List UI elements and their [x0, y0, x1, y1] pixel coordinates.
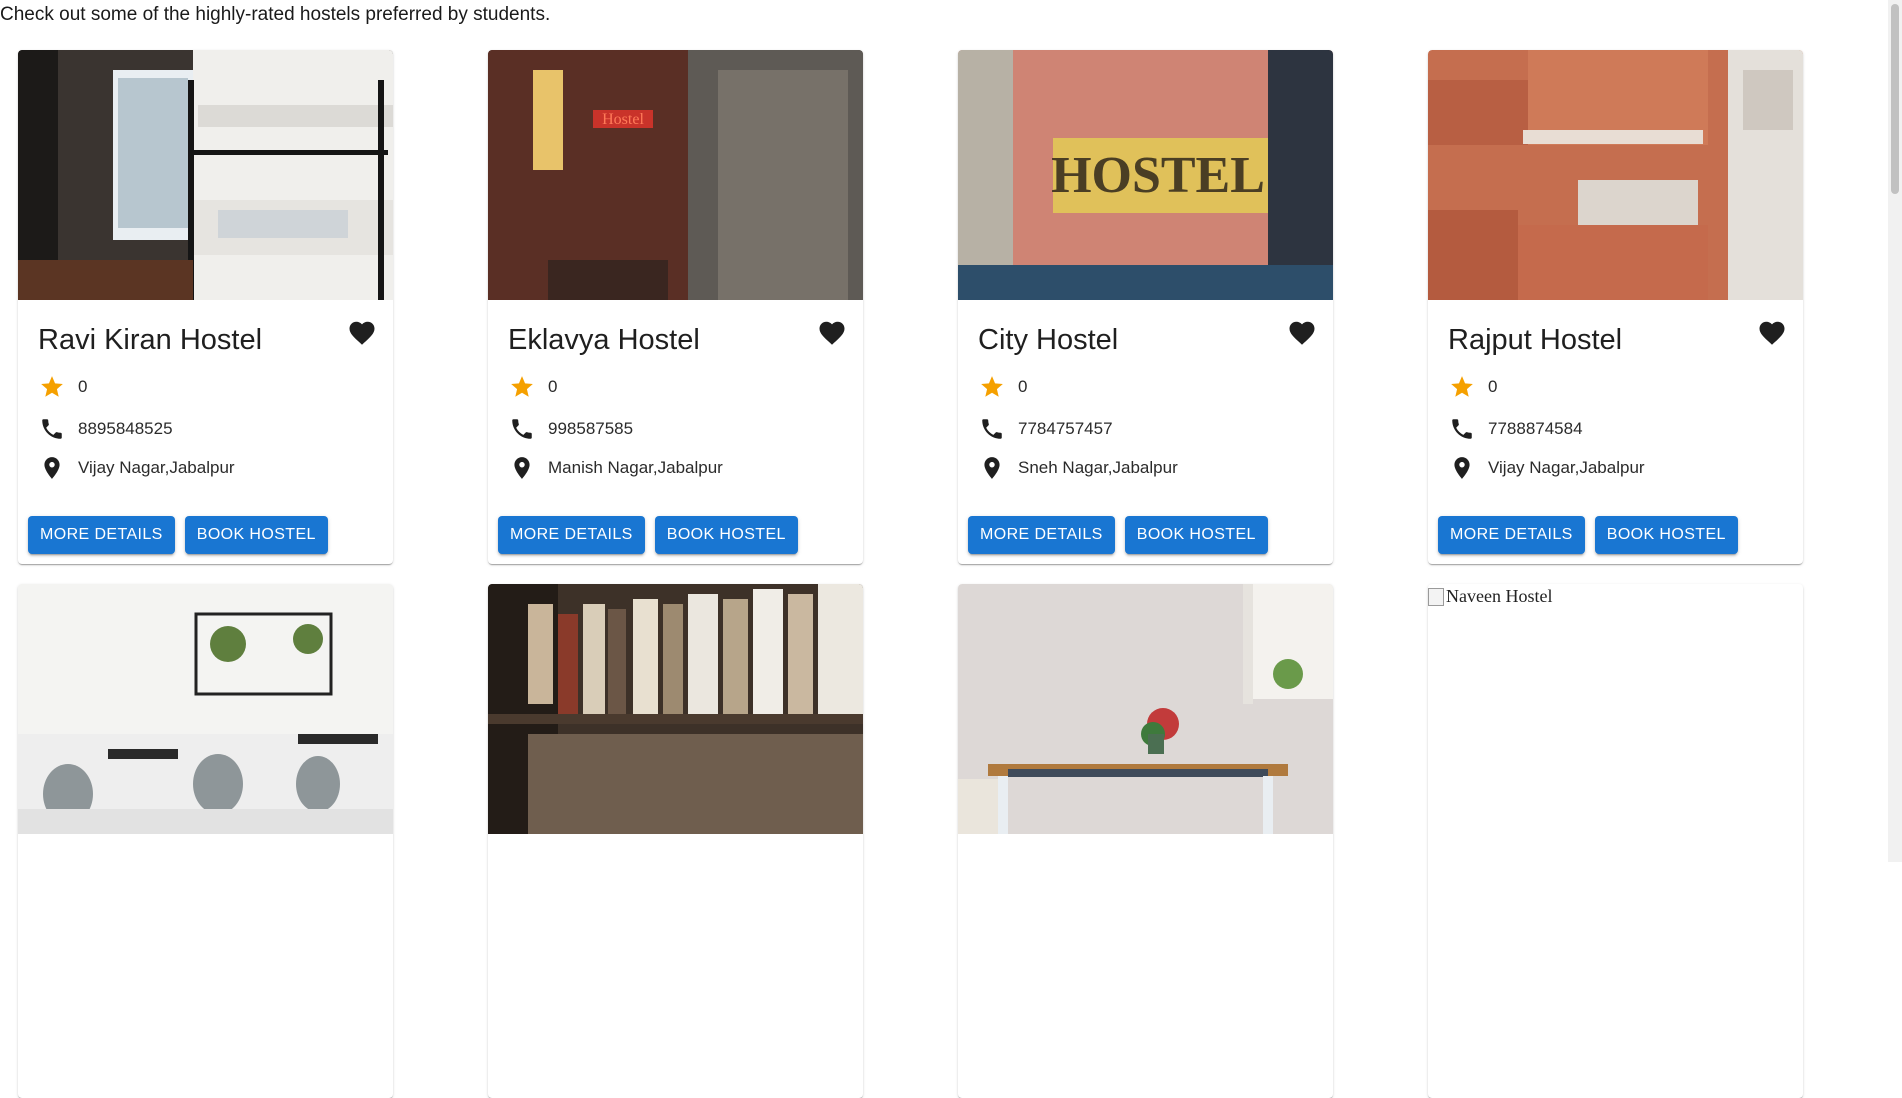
star-icon	[508, 373, 536, 401]
hostel-image	[958, 584, 1333, 834]
hostel-address: Sneh Nagar,Jabalpur	[1018, 458, 1178, 477]
card-actions: MORE DETAILS BOOK HOSTEL	[498, 516, 798, 554]
hostel-address: Vijay Nagar,Jabalpur	[78, 458, 235, 477]
location-pin-icon	[978, 454, 1006, 482]
card-actions: MORE DETAILS BOOK HOSTEL	[1438, 516, 1738, 554]
card-actions: MORE DETAILS BOOK HOSTEL	[968, 516, 1268, 554]
phone-row: 7784757457	[978, 415, 1113, 443]
card-actions: MORE DETAILS BOOK HOSTEL	[28, 516, 328, 554]
hostel-card: Ravi Kiran Hostel 0 8895848525 Vijay Nag…	[18, 50, 393, 564]
broken-image-alt: Naveen Hostel	[1428, 586, 1552, 607]
hostel-name: Eklavya Hostel	[508, 324, 700, 356]
address-row: Vijay Nagar,Jabalpur	[38, 454, 235, 482]
heart-icon[interactable]	[347, 318, 377, 348]
rating-value: 0	[1018, 377, 1028, 396]
svg-text:Hostel: Hostel	[602, 111, 644, 128]
hostel-image	[18, 584, 393, 834]
rating-row: 0	[978, 373, 1027, 401]
hostel-card: Rajput Hostel 0 7788874584 Vijay Nagar,J…	[1428, 50, 1803, 564]
rating-value: 0	[548, 377, 558, 396]
rating-row: 0	[508, 373, 557, 401]
phone-number: 7788874584	[1488, 419, 1583, 438]
heart-icon[interactable]	[1287, 318, 1317, 348]
hostel-name: Rajput Hostel	[1448, 324, 1623, 356]
broken-image-icon	[1428, 587, 1444, 606]
book-hostel-button[interactable]: BOOK HOSTEL	[184, 516, 328, 554]
phone-number: 998587585	[548, 419, 634, 438]
phone-number: 8895848525	[78, 419, 173, 438]
more-details-button[interactable]: MORE DETAILS	[498, 516, 645, 554]
more-details-button[interactable]: MORE DETAILS	[968, 516, 1115, 554]
address-row: Vijay Nagar,Jabalpur	[1448, 454, 1645, 482]
hostel-image	[1428, 50, 1803, 300]
phone-icon	[38, 415, 66, 443]
hostel-image: Hostel	[488, 50, 863, 300]
hostel-name: Ravi Kiran Hostel	[38, 324, 263, 356]
address-row: Manish Nagar,Jabalpur	[508, 454, 723, 482]
hostel-name: City Hostel	[978, 324, 1119, 356]
hostel-address: Vijay Nagar,Jabalpur	[1488, 458, 1645, 477]
hostel-image	[18, 50, 393, 300]
hostel-card: Hostel Eklavya Hostel 0 998587585 Manish…	[488, 50, 863, 564]
more-details-button[interactable]: MORE DETAILS	[1438, 516, 1585, 554]
hostel-card: Naveen Hostel	[1428, 584, 1803, 1098]
hostel-image: HOSTEL	[958, 50, 1333, 300]
book-hostel-button[interactable]: BOOK HOSTEL	[1594, 516, 1738, 554]
hostel-card	[488, 584, 863, 1098]
hostel-address: Manish Nagar,Jabalpur	[548, 458, 723, 477]
phone-icon	[508, 415, 536, 443]
rating-row: 0	[1448, 373, 1497, 401]
phone-row: 7788874584	[1448, 415, 1583, 443]
book-hostel-button[interactable]: BOOK HOSTEL	[1124, 516, 1268, 554]
star-icon	[1448, 373, 1476, 401]
location-pin-icon	[508, 454, 536, 482]
more-details-button[interactable]: MORE DETAILS	[28, 516, 175, 554]
heart-icon[interactable]	[1757, 318, 1787, 348]
hostel-card	[18, 584, 393, 1098]
hostel-image	[488, 584, 863, 834]
phone-row: 998587585	[508, 415, 633, 443]
address-row: Sneh Nagar,Jabalpur	[978, 454, 1178, 482]
hostel-grid: Ravi Kiran Hostel 0 8895848525 Vijay Nag…	[18, 50, 1803, 1098]
phone-icon	[978, 415, 1006, 443]
location-pin-icon	[38, 454, 66, 482]
image-alt-text: Naveen Hostel	[1446, 586, 1553, 606]
hostel-image: Naveen Hostel	[1428, 584, 1803, 834]
svg-text:HOSTEL: HOSTEL	[1051, 147, 1265, 204]
phone-number: 7784757457	[1018, 419, 1113, 438]
heart-icon[interactable]	[817, 318, 847, 348]
location-pin-icon	[1448, 454, 1476, 482]
scrollbar-thumb[interactable]	[1891, 4, 1899, 194]
rating-value: 0	[78, 377, 88, 396]
book-hostel-button[interactable]: BOOK HOSTEL	[654, 516, 798, 554]
phone-icon	[1448, 415, 1476, 443]
hostel-card: HOSTEL City Hostel 0 7784757457 Sneh Nag…	[958, 50, 1333, 564]
hostel-card	[958, 584, 1333, 1098]
phone-row: 8895848525	[38, 415, 173, 443]
rating-row: 0	[38, 373, 87, 401]
star-icon	[38, 373, 66, 401]
intro-text: Check out some of the highly-rated hoste…	[0, 4, 551, 25]
rating-value: 0	[1488, 377, 1498, 396]
star-icon	[978, 373, 1006, 401]
page-scrollbar[interactable]	[1888, 0, 1902, 862]
